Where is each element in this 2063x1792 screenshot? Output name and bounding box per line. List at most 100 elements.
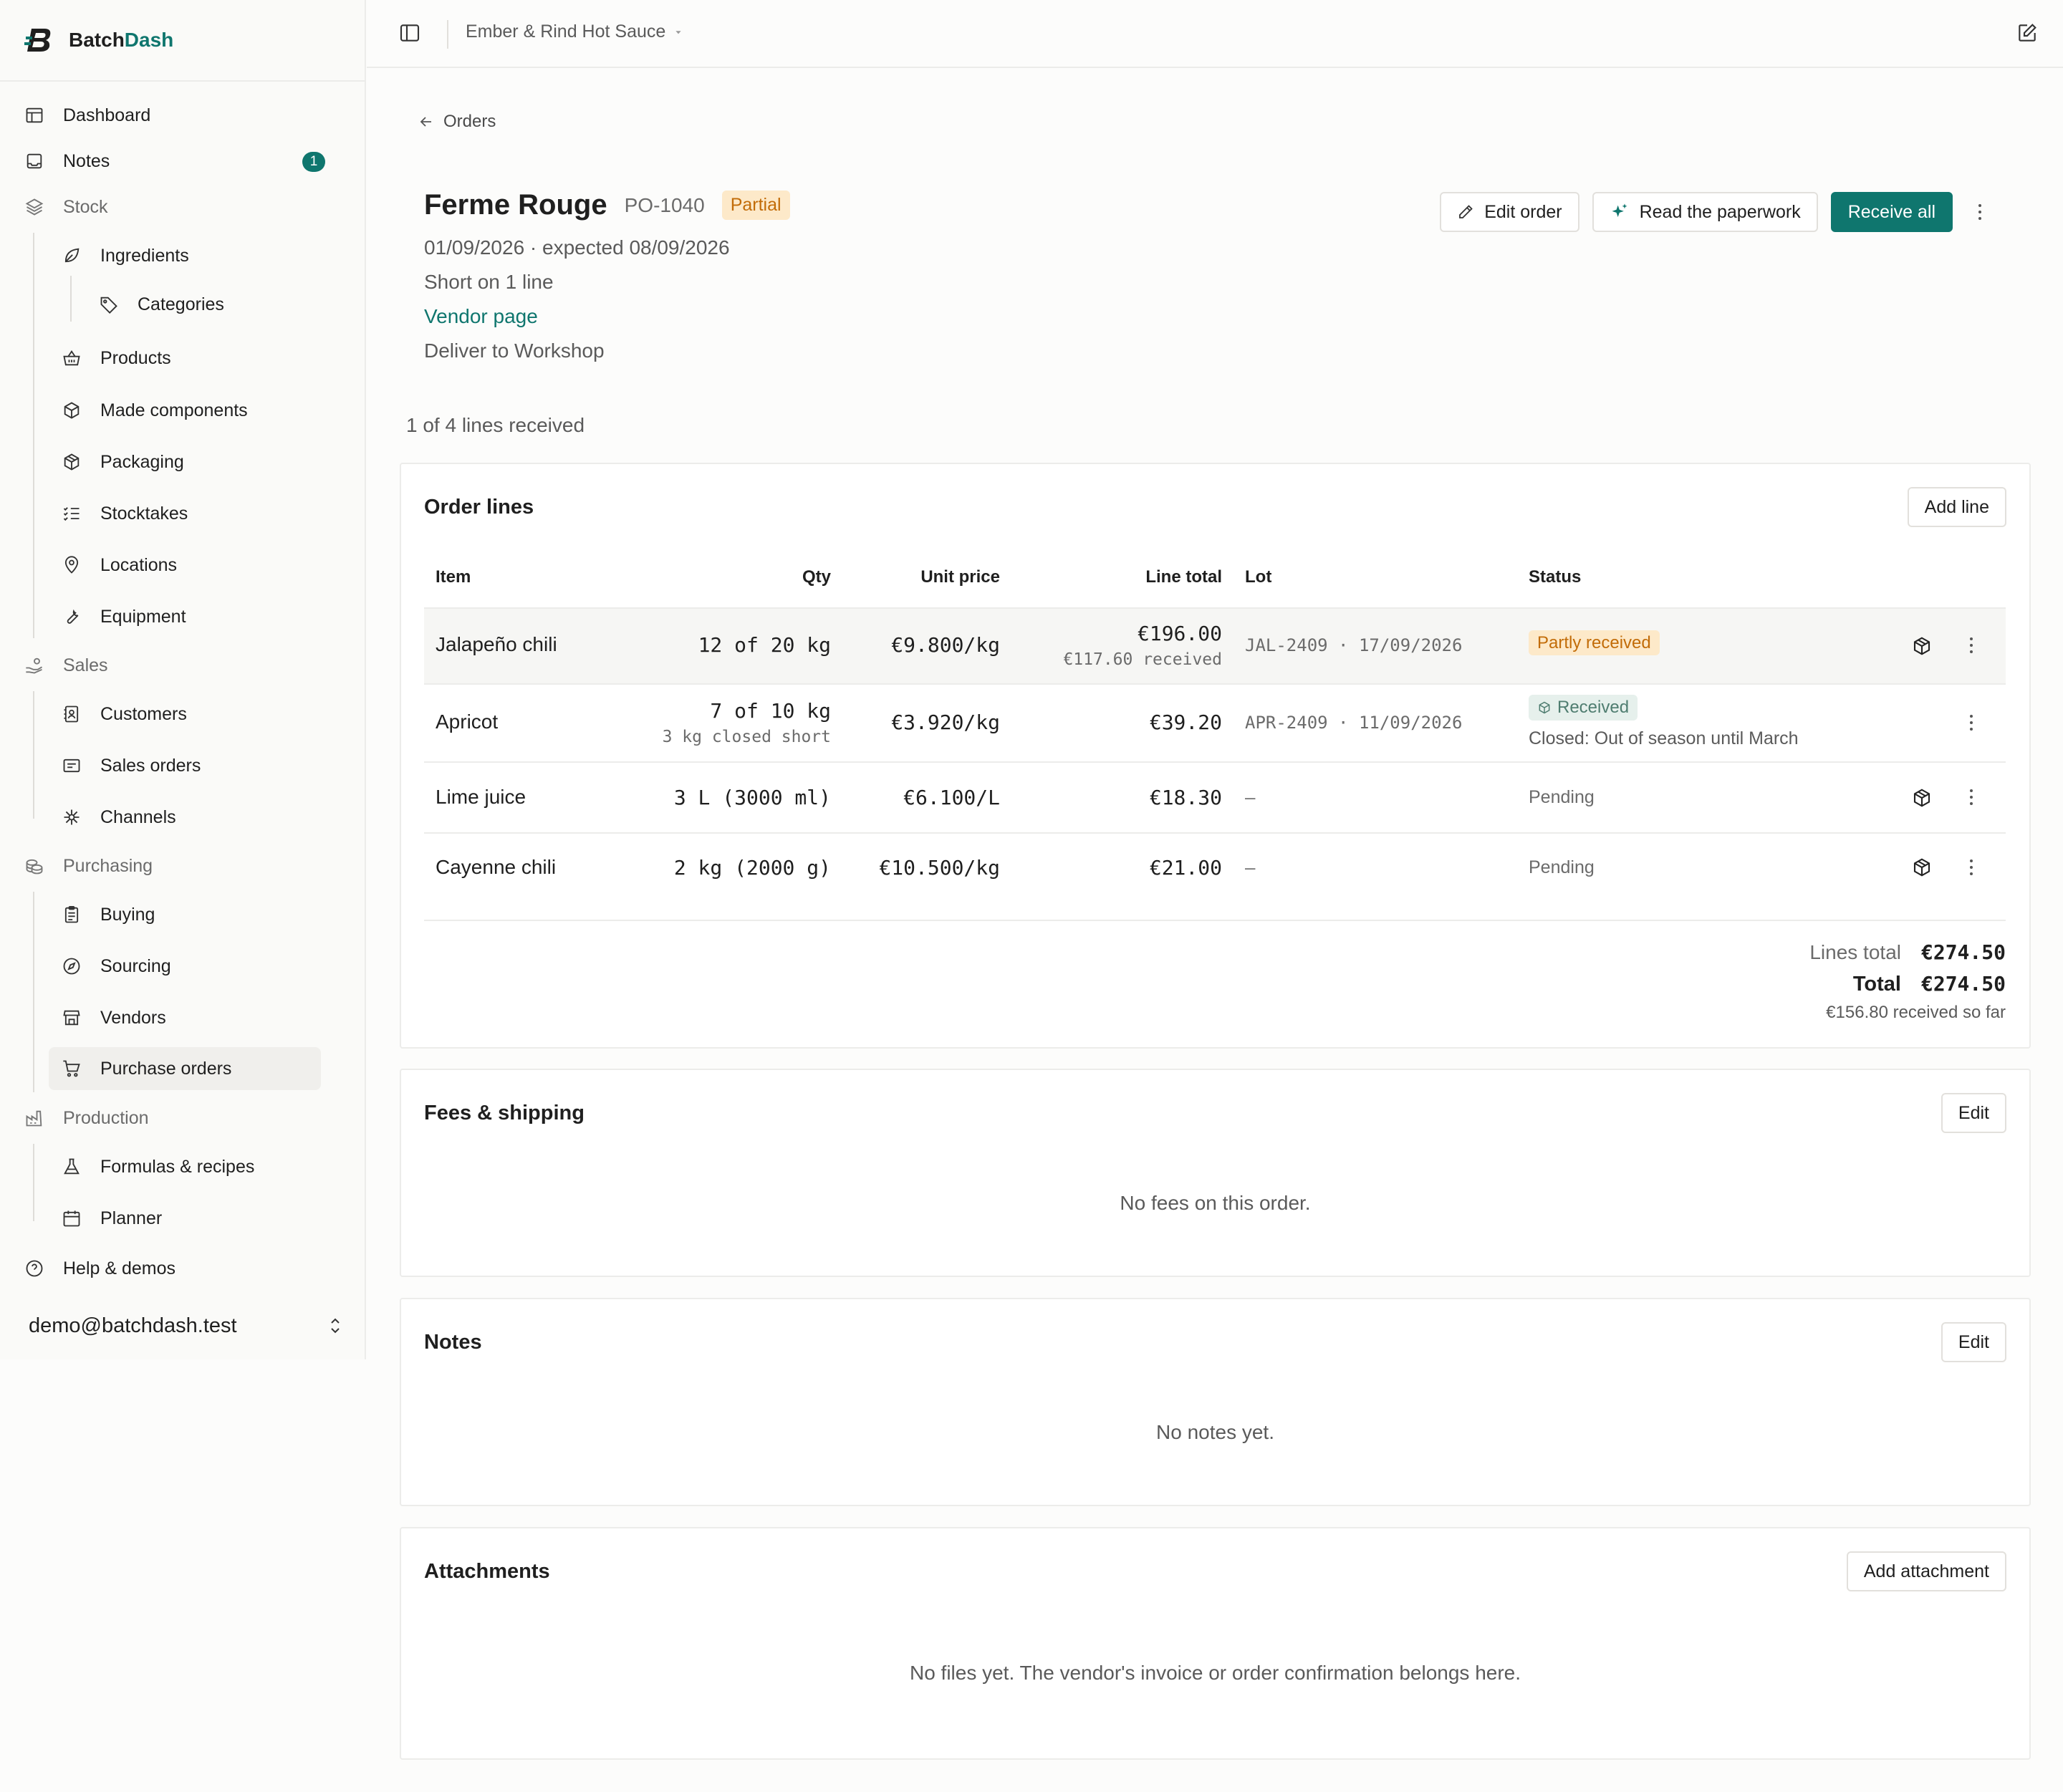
sidebar-group-sales[interactable]: Sales — [24, 644, 347, 687]
sidebar-group-label: Production — [63, 1107, 149, 1128]
sidebar-item-label: Locations — [100, 554, 178, 575]
sidebar-item-stocktakes[interactable]: Stocktakes — [49, 492, 321, 535]
row-lot: APR-2409 · 11/09/2026 — [1245, 713, 1463, 733]
sidebar-item-sales-orders[interactable]: Sales orders — [49, 744, 321, 787]
order-lines-title: Order lines — [424, 496, 534, 519]
sidebar-item-packaging[interactable]: Packaging — [49, 440, 321, 483]
receive-package-icon[interactable] — [1911, 857, 1933, 878]
row-qty: 3 L (3000 ml) — [673, 786, 831, 809]
sidebar-group-stock[interactable]: Stock — [24, 186, 347, 228]
sidebar-item-label: Notes — [63, 150, 110, 171]
total-label: Total — [1852, 973, 1901, 996]
edit-notes-button[interactable]: Edit — [1941, 1322, 2006, 1362]
receipt-icon — [63, 758, 80, 773]
back-to-orders-link[interactable]: Orders — [418, 112, 496, 132]
column-header-status[interactable]: Status — [1529, 567, 1581, 587]
column-header-qty[interactable]: Qty — [745, 567, 831, 587]
row-lot: – — [1245, 788, 1256, 808]
sidebar-item-help[interactable]: Help & demos — [24, 1247, 347, 1290]
receive-all-button[interactable]: Receive all — [1830, 192, 1953, 232]
sidebar-item-dashboard[interactable]: Dashboard — [24, 94, 347, 137]
row-closed-note: Closed: Out of season until March — [1529, 728, 1799, 748]
receive-package-icon[interactable] — [1911, 635, 1933, 657]
sidebar-item-locations[interactable]: Locations — [49, 544, 321, 587]
flask-icon — [64, 1158, 80, 1175]
add-attachment-button[interactable]: Add attachment — [1846, 1551, 2006, 1591]
sidebar-item-customers[interactable]: Customers — [49, 693, 321, 736]
sidebar-item-buying[interactable]: Buying — [49, 893, 321, 936]
column-header-lot[interactable]: Lot — [1245, 567, 1271, 587]
brand[interactable]: BatchDash — [24, 24, 173, 56]
notes-count-badge: 1 — [302, 152, 325, 172]
sidebar-item-label: Sourcing — [100, 955, 171, 976]
sidebar-item-sourcing[interactable]: Sourcing — [49, 945, 321, 988]
ingredients-tree-line — [70, 276, 72, 322]
sidebar-item-ingredients[interactable]: Ingredients — [49, 234, 321, 277]
sidebar-item-formulas[interactable]: Formulas & recipes — [49, 1145, 321, 1188]
sidebar-group-label: Purchasing — [63, 855, 153, 876]
chevrons-up-down-icon — [331, 1318, 340, 1334]
row-more-icon[interactable] — [1968, 636, 1974, 655]
order-actions: Edit order Read the paperwork Receive al… — [1440, 192, 1994, 232]
calendar-icon — [63, 1210, 80, 1227]
sidebar-item-label: Help & demos — [63, 1258, 176, 1278]
notes-empty-state: No notes yet. — [1156, 1421, 1274, 1443]
sidebar-item-label: Packaging — [100, 451, 184, 472]
user-menu[interactable]: demo@batchdash.test — [29, 1308, 344, 1344]
sidebar-item-categories[interactable]: Categories — [86, 283, 322, 326]
sidebar-item-purchase-orders[interactable]: Purchase orders — [49, 1047, 321, 1090]
factory-icon — [26, 1110, 42, 1127]
row-received-amount: €117.60 received — [1063, 650, 1222, 669]
sidebar-group-production[interactable]: Production — [24, 1097, 347, 1140]
row-more-icon[interactable] — [1968, 713, 1974, 732]
edit-fees-button[interactable]: Edit — [1941, 1093, 2006, 1133]
row-divider — [424, 832, 2006, 834]
sidebar-item-channels[interactable]: Channels — [49, 796, 321, 839]
sidebar-item-equipment[interactable]: Equipment — [49, 595, 321, 638]
total-value: €274.50 — [1920, 972, 2006, 996]
total-row: Total €274.50 — [1853, 972, 2006, 996]
po-number: PO-1040 — [624, 193, 705, 216]
sidebar-item-made-components[interactable]: Made components — [49, 389, 321, 432]
sidebar-item-vendors[interactable]: Vendors — [49, 996, 321, 1039]
contact-book-icon — [64, 705, 79, 723]
add-line-label: Add line — [1924, 496, 1989, 517]
edit-order-button[interactable]: Edit order — [1440, 192, 1579, 232]
order-more-menu[interactable] — [1966, 203, 1994, 221]
caret-down-icon — [675, 30, 681, 34]
sidebar-item-products[interactable]: Products — [49, 337, 321, 380]
lines-total-label: Lines total — [1809, 941, 1901, 963]
receive-package-icon[interactable] — [1911, 787, 1933, 809]
help-circle-icon — [26, 1260, 43, 1277]
vendor-title: Ferme Rouge — [424, 189, 607, 221]
row-more-icon[interactable] — [1968, 858, 1974, 877]
attachments-card: Attachments Add attachment No files yet.… — [400, 1527, 2031, 1760]
compose-icon[interactable] — [2016, 21, 2039, 44]
sidebar-toggle-icon[interactable] — [398, 21, 421, 44]
vendor-page-link[interactable]: Vendor page — [424, 305, 538, 328]
row-more-icon[interactable] — [1968, 788, 1974, 806]
sidebar-group-purchasing[interactable]: Purchasing — [24, 844, 347, 887]
sidebar-item-planner[interactable]: Planner — [49, 1197, 321, 1240]
row-lot: JAL-2409 · 17/09/2026 — [1245, 635, 1463, 655]
top-bar: Ember & Rind Hot Sauce — [367, 0, 2063, 68]
row-qty-note: 3 kg closed short — [662, 728, 831, 746]
tag-icon — [100, 297, 117, 314]
column-header-unit-price[interactable]: Unit price — [860, 567, 1000, 587]
clipboard-icon — [64, 905, 79, 923]
row-item: Apricot — [436, 710, 499, 733]
sidebar-item-notes[interactable]: Notes 1 — [24, 140, 347, 183]
add-line-button[interactable]: Add line — [1907, 487, 2006, 527]
store-icon — [63, 1010, 80, 1026]
add-attachment-label: Add attachment — [1863, 1561, 1989, 1581]
sparkles-icon — [1612, 203, 1627, 217]
basket-icon — [63, 350, 80, 366]
column-header-item[interactable]: Item — [436, 567, 471, 587]
row-qty: 7 of 10 kg — [710, 699, 831, 723]
leaf-icon — [64, 248, 80, 263]
company-switcher[interactable]: Ember & Rind Hot Sauce — [466, 21, 683, 42]
read-paperwork-button[interactable]: Read the paperwork — [1592, 192, 1818, 232]
column-header-line-total[interactable]: Line total — [1074, 567, 1222, 587]
row-unit-price: €3.920/kg — [891, 710, 1000, 734]
company-name: Ember & Rind Hot Sauce — [466, 21, 666, 42]
